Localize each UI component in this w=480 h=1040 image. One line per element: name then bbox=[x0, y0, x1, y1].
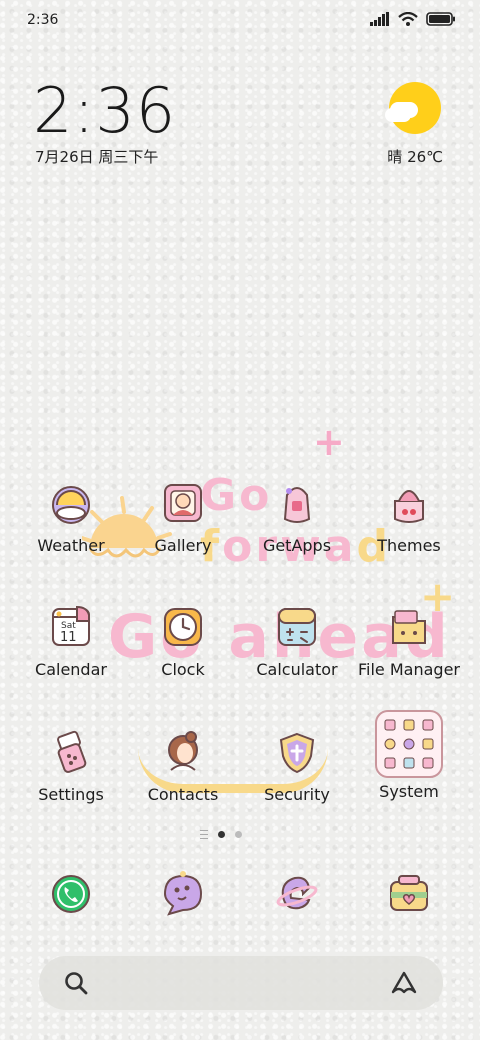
app-calculator[interactable]: Calculator bbox=[240, 602, 354, 679]
plus-decoration: + bbox=[313, 420, 345, 464]
app-label: Security bbox=[264, 785, 330, 804]
page-indicator-overview[interactable] bbox=[200, 830, 208, 839]
phone-icon bbox=[45, 868, 97, 920]
app-file-manager[interactable]: File Manager bbox=[352, 602, 466, 679]
contacts-app-icon bbox=[158, 727, 208, 777]
gallery-app-icon bbox=[158, 478, 208, 528]
getapps-app-icon bbox=[272, 478, 322, 528]
app-calendar[interactable]: Sat 11 Calendar bbox=[14, 602, 128, 679]
settings-app-icon bbox=[46, 727, 96, 777]
clock-widget-time[interactable]: 2:36 bbox=[33, 74, 176, 147]
app-settings[interactable]: Settings bbox=[14, 727, 128, 804]
status-icons bbox=[370, 12, 456, 26]
status-time: 2:36 bbox=[27, 12, 59, 28]
shield-app-icon bbox=[272, 727, 322, 777]
calendar-app-icon: Sat 11 bbox=[46, 602, 96, 652]
calculator-app-icon bbox=[272, 602, 322, 652]
weather-app-icon bbox=[46, 478, 96, 528]
app-label: Gallery bbox=[154, 536, 212, 555]
search-bar[interactable] bbox=[39, 956, 443, 1010]
app-contacts[interactable]: Contacts bbox=[126, 727, 240, 804]
clock-widget-date[interactable]: 7月26日 周三下午 bbox=[35, 146, 158, 167]
app-label: Clock bbox=[161, 660, 205, 679]
dock-messaging[interactable] bbox=[126, 868, 240, 920]
app-label: Contacts bbox=[147, 785, 219, 804]
sunny-icon bbox=[385, 82, 441, 134]
message-bubble-icon bbox=[157, 868, 209, 920]
app-weather[interactable]: Weather bbox=[14, 478, 128, 555]
app-system-folder[interactable]: System bbox=[352, 710, 466, 801]
browser-icon bbox=[271, 868, 323, 920]
page-dot-active[interactable] bbox=[218, 831, 225, 838]
calendar-icon-date: 11 bbox=[60, 630, 77, 645]
page-indicator[interactable] bbox=[200, 830, 242, 839]
app-themes[interactable]: Themes bbox=[352, 478, 466, 555]
app-getapps[interactable]: GetApps bbox=[240, 478, 354, 555]
dock-camera[interactable] bbox=[352, 868, 466, 920]
folder-app-icon bbox=[384, 602, 434, 652]
app-label: Calendar bbox=[35, 660, 107, 679]
app-label: Calculator bbox=[256, 660, 338, 679]
dock-phone[interactable] bbox=[14, 868, 128, 920]
dock-browser[interactable] bbox=[240, 868, 354, 920]
app-gallery[interactable]: Gallery bbox=[126, 478, 240, 555]
folder-icon bbox=[375, 710, 443, 778]
app-label: File Manager bbox=[358, 660, 460, 679]
app-label: Settings bbox=[38, 785, 104, 804]
app-label: System bbox=[379, 782, 439, 801]
battery-icon bbox=[426, 12, 455, 26]
app-label: Weather bbox=[37, 536, 105, 555]
camera-icon bbox=[383, 868, 435, 920]
themes-app-icon bbox=[384, 478, 434, 528]
search-icon[interactable] bbox=[63, 970, 89, 996]
page-dot[interactable] bbox=[235, 831, 242, 838]
assistant-icon[interactable] bbox=[389, 970, 419, 996]
app-clock[interactable]: Clock bbox=[126, 602, 240, 679]
wifi-icon bbox=[398, 12, 418, 26]
weather-widget-text: 晴 26℃ bbox=[387, 148, 443, 166]
weather-widget[interactable] bbox=[385, 82, 445, 134]
signal-icon bbox=[370, 12, 389, 26]
app-label: Themes bbox=[377, 536, 441, 555]
clock-app-icon bbox=[158, 602, 208, 652]
app-label: GetApps bbox=[262, 536, 332, 555]
app-security[interactable]: Security bbox=[240, 727, 354, 804]
